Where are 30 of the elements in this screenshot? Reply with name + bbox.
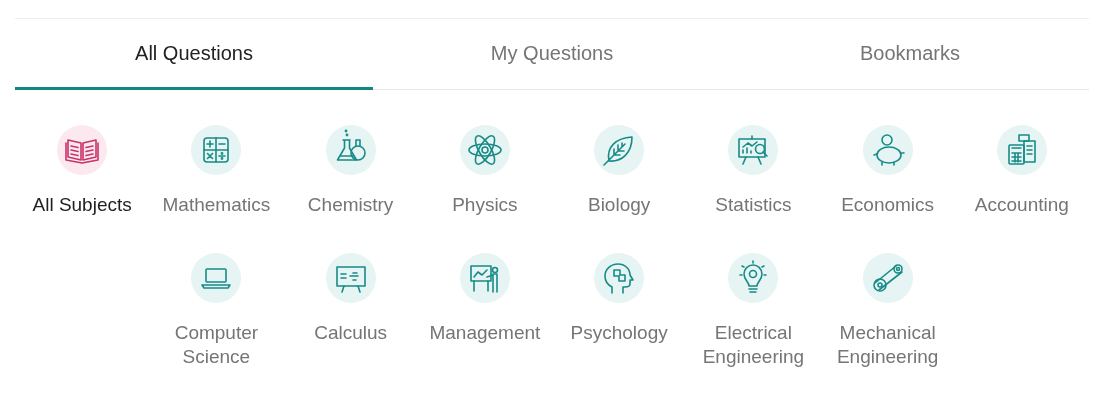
tab[interactable]: All Questions — [15, 19, 373, 90]
subject-label[interactable]: Statistics — [715, 193, 792, 217]
flasks-icon[interactable] — [325, 125, 376, 175]
calculator-icon[interactable] — [191, 125, 242, 175]
chart-board-icon[interactable] — [728, 125, 779, 175]
atom-icon[interactable] — [459, 125, 510, 175]
lightbulb-gear-icon[interactable] — [728, 253, 779, 303]
blackboard-icon[interactable] — [325, 253, 376, 303]
subject-label[interactable]: Chemistry — [307, 193, 394, 217]
head-puzzle-icon[interactable] — [594, 253, 645, 303]
subject-label[interactable]: Mathematics — [162, 193, 271, 217]
subject-label[interactable]: Management — [429, 321, 541, 345]
leaf-icon[interactable] — [594, 125, 645, 175]
subject-label[interactable]: Computer Science — [156, 321, 277, 369]
laptop-icon[interactable] — [191, 253, 242, 303]
subject-label[interactable]: All Subjects — [32, 193, 132, 217]
subject-label[interactable]: Psychology — [570, 321, 668, 345]
subject-label[interactable]: Electrical Engineering — [693, 321, 814, 369]
tab[interactable]: My Questions — [373, 19, 731, 90]
subject-label[interactable]: Physics — [452, 193, 518, 217]
subject-label[interactable]: Biology — [587, 193, 651, 217]
subject-label[interactable]: Calculus — [314, 321, 388, 345]
tab[interactable]: Bookmarks — [731, 19, 1089, 90]
book-icon[interactable] — [57, 125, 108, 175]
gear-belt-icon[interactable] — [862, 253, 913, 303]
calculator-receipt-icon[interactable] — [996, 125, 1047, 175]
subject-label[interactable]: Mechanical Engineering — [827, 321, 948, 369]
subject-label[interactable]: Economics — [841, 193, 935, 217]
subject-label[interactable]: Accounting — [974, 193, 1069, 217]
presenter-icon[interactable] — [459, 253, 510, 303]
